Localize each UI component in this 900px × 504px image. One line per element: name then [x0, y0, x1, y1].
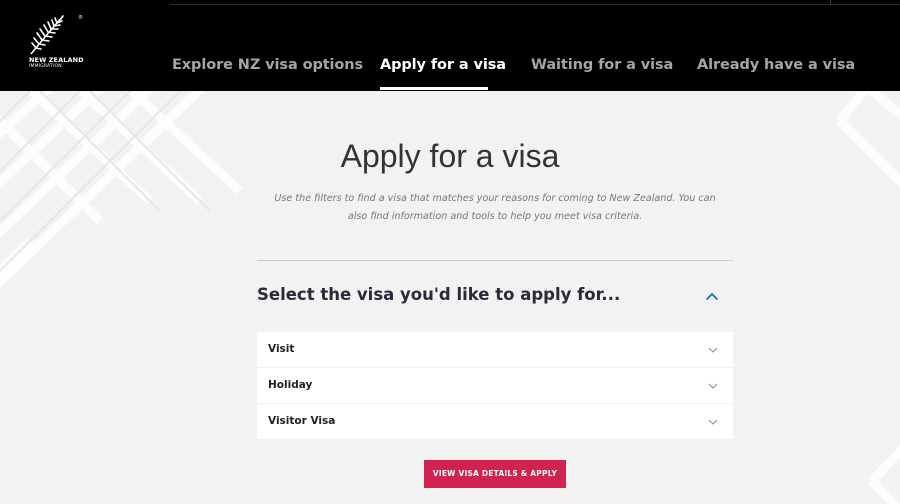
- header-top-divider: [830, 0, 831, 5]
- silver-fern-icon: [30, 15, 64, 55]
- registered-mark: ®: [78, 15, 83, 21]
- intro-text: Use the filters to find a visa that matc…: [274, 193, 716, 222]
- select-visa-heading: Select the visa you'd like to apply for.…: [257, 285, 621, 304]
- dropdown-label: Holiday: [268, 379, 313, 391]
- active-nav-underline: [380, 87, 488, 90]
- nz-immigration-logo[interactable]: ® NEW ZEALAND IMMIGRATION: [27, 14, 84, 74]
- section-divider: [257, 260, 733, 261]
- header-top-line: [170, 4, 900, 5]
- site-header: ® NEW ZEALAND IMMIGRATION Explore NZ vis…: [0, 0, 900, 91]
- logo-text-new-zealand: NEW ZEALAND: [29, 56, 84, 64]
- logo-text-immigration: IMMIGRATION: [29, 64, 62, 69]
- view-visa-details-apply-button[interactable]: VIEW VISA DETAILS & APPLY: [424, 460, 566, 488]
- nav-already-have-a-visa[interactable]: Already have a visa: [697, 57, 855, 73]
- nav-explore-nz-visa-options[interactable]: Explore NZ visa options: [172, 57, 363, 73]
- chevron-down-icon: [708, 383, 718, 389]
- visa-filter-visitor-visa-select[interactable]: Visitor Visa: [257, 404, 733, 439]
- nav-apply-for-a-visa[interactable]: Apply for a visa: [380, 57, 506, 73]
- collapse-filters-toggle[interactable]: [700, 285, 724, 307]
- dropdown-label: Visit: [268, 343, 295, 355]
- chevron-up-icon: [706, 293, 718, 300]
- chevron-down-icon: [708, 419, 718, 425]
- visa-filter-visit-select[interactable]: Visit: [257, 332, 733, 367]
- chevron-down-icon: [708, 347, 718, 353]
- page-title: Apply for a visa: [340, 138, 560, 174]
- dropdown-label: Visitor Visa: [268, 415, 336, 427]
- visa-filter-holiday-select[interactable]: Holiday: [257, 368, 733, 403]
- nav-waiting-for-a-visa[interactable]: Waiting for a visa: [531, 57, 673, 73]
